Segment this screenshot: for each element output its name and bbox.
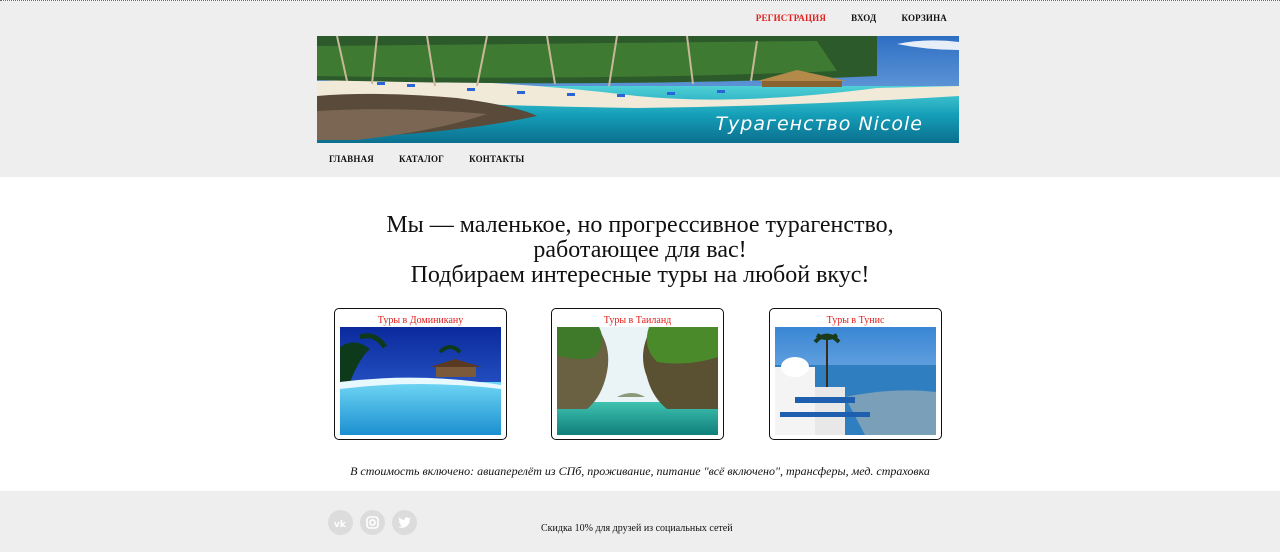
- register-link[interactable]: РЕГИСТРАЦИЯ: [756, 13, 826, 23]
- tour-card-thailand[interactable]: Туры в Таиланд: [551, 308, 724, 440]
- vk-icon[interactable]: vk: [328, 510, 353, 535]
- login-link[interactable]: ВХОД: [851, 13, 876, 23]
- instagram-icon[interactable]: [360, 510, 385, 535]
- footer: vk Скидка 10% для друзей из социальных с…: [0, 491, 1280, 552]
- tour-card-title[interactable]: Туры в Таиланд: [552, 315, 723, 326]
- top-nav: РЕГИСТРАЦИЯ ВХОД КОРЗИНА: [756, 13, 947, 23]
- included-note: В стоимость включено: авиаперелёт из СПб…: [350, 464, 930, 478]
- tour-card-title[interactable]: Туры в Тунис: [770, 315, 941, 326]
- hero-text: Мы — маленькое, но прогрессивное тураген…: [0, 213, 1280, 288]
- footer-discount-text: Скидка 10% для друзей из социальных сете…: [541, 523, 733, 534]
- thailand-cliffs-image[interactable]: [557, 327, 718, 435]
- nav-contacts-link[interactable]: КОНТАКТЫ: [469, 154, 524, 164]
- header: РЕГИСТРАЦИЯ ВХОД КОРЗИНА Турагенство Nic…: [0, 1, 1280, 177]
- tour-card-title[interactable]: Туры в Доминикану: [335, 315, 506, 326]
- twitter-icon[interactable]: [392, 510, 417, 535]
- nav-catalog-link[interactable]: КАТАЛОГ: [399, 154, 444, 164]
- social-links: vk: [328, 510, 417, 535]
- hero-line-2: работающее для вас!: [533, 237, 747, 263]
- hero-line-1: Мы — маленькое, но прогрессивное тураген…: [386, 212, 894, 238]
- nav-home-link[interactable]: ГЛАВНАЯ: [329, 154, 374, 164]
- banner: Турагенство Nicole: [317, 36, 959, 143]
- tour-card-tunisia[interactable]: Туры в Тунис: [769, 308, 942, 440]
- tour-card-dominican[interactable]: Туры в Доминикану: [334, 308, 507, 440]
- hero-line-3: Подбираем интересные туры на любой вкус!: [410, 262, 870, 288]
- main-nav: ГЛАВНАЯ КАТАЛОГ КОНТАКТЫ: [329, 154, 524, 164]
- svg-text:vk: vk: [334, 520, 347, 528]
- tunisia-coast-image[interactable]: [775, 327, 936, 435]
- cart-link[interactable]: КОРЗИНА: [901, 13, 947, 23]
- dominican-pool-image[interactable]: [340, 327, 501, 435]
- banner-title: Турагенство Nicole: [715, 113, 923, 135]
